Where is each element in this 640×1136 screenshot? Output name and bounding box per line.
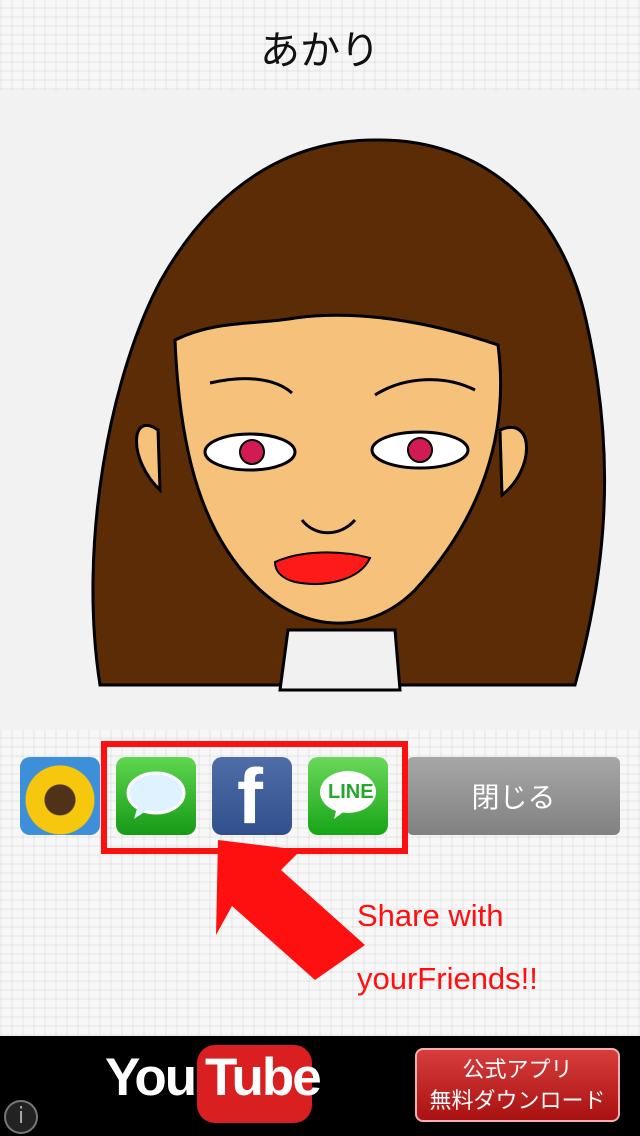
info-icon[interactable]: i	[4, 1100, 38, 1134]
share-caption-line-1: Share with	[357, 898, 504, 933]
youtube-logo-tube-text: Tube	[205, 1048, 322, 1107]
official-app-line-1: 公式アプリ	[462, 1058, 573, 1083]
official-app-download-button[interactable]: 公式アプリ 無料ダウンロード	[415, 1048, 620, 1122]
share-caption-line-2: yourFriends!!	[357, 961, 538, 996]
share-caption: Share with yourFriends!!	[357, 884, 607, 1010]
official-app-line-2: 無料ダウンロード	[429, 1089, 606, 1114]
youtube-logo-text: You	[105, 1048, 197, 1107]
